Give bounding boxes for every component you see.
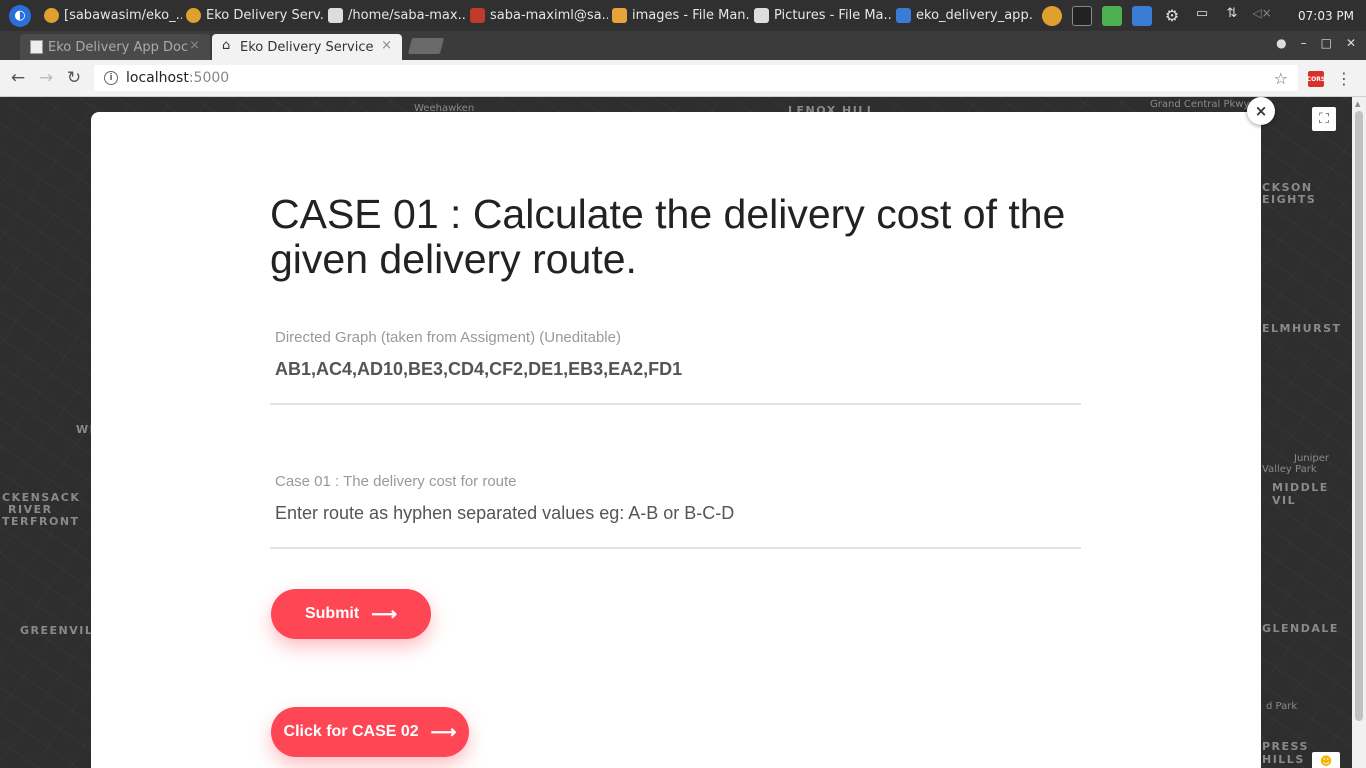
taskbar-item-images[interactable]: images - File Man... (608, 0, 750, 31)
taskbar-item-eko[interactable]: Eko Delivery Serv... (182, 0, 324, 31)
taskbar-item-editor[interactable]: /home/saba-max... (324, 0, 466, 31)
map-label: GREENVIL (20, 624, 94, 637)
folder-icon (612, 8, 627, 23)
map-label: EIGHTS (1262, 193, 1317, 206)
window-controls: ● – □ ✕ (1276, 36, 1356, 50)
map-label: MIDDLE VIL (1272, 481, 1329, 507)
profile-icon[interactable]: ● (1276, 36, 1286, 50)
tab-label: Eko Delivery App Doc (48, 39, 189, 55)
taskbar-item-vscode[interactable]: eko_delivery_app... (892, 0, 1034, 31)
map-label: ELMHURST (1262, 322, 1342, 335)
arrow-right-icon: ⟶ (371, 603, 398, 624)
start-logo-icon: ◐ (9, 4, 31, 27)
terminal-tray-icon[interactable] (1072, 5, 1092, 26)
new-tab-button[interactable] (407, 38, 445, 54)
arrow-right-icon: ⟶ (430, 721, 457, 742)
tab-label: Eko Delivery Service (240, 39, 374, 55)
chrome-tray-icon[interactable] (1042, 5, 1062, 26)
case-02-label: Click for CASE 02 (283, 723, 419, 740)
os-taskbar: ◐ [sabawasim/eko_... Eko Delivery Serv..… (0, 0, 1366, 31)
taskbar-label: images - File Man... (632, 8, 750, 23)
close-tab-icon[interactable]: × (381, 38, 392, 53)
case-modal: CASE 01 : Calculate the delivery cost of… (91, 112, 1261, 768)
scrollbar-thumb[interactable] (1355, 111, 1363, 721)
close-modal-icon[interactable]: × (1247, 97, 1275, 125)
vscode-icon (896, 8, 911, 23)
browser-toolbar: ← → ↻ i localhost:5000 ☆ CORS ⋮ (0, 60, 1366, 97)
folder-icon (754, 8, 769, 23)
submit-label: Submit (304, 605, 360, 622)
document-icon (30, 40, 43, 54)
maximize-icon[interactable]: □ (1321, 36, 1332, 50)
page-viewport: Weehawken LENOX HILL Grand Central Pkwy … (0, 97, 1352, 768)
home-icon: ⌂ (222, 38, 231, 53)
map-label: Valley Park (1262, 464, 1317, 475)
taskbar-label: saba-maximl@sa... (490, 8, 608, 23)
browser-tabstrip: Eko Delivery App Doc × ⌂ Eko Delivery Se… (0, 31, 1366, 60)
case-02-button[interactable]: Click for CASE 02 ⟶ (271, 707, 469, 757)
taskbar-label: Pictures - File Ma... (774, 8, 892, 23)
graph-label: Directed Graph (taken from Assigment) (U… (275, 329, 621, 346)
terminal-icon (470, 8, 485, 23)
minimize-icon[interactable]: – (1301, 36, 1307, 50)
url-port: :5000 (188, 70, 230, 86)
map-fullscreen-icon[interactable]: ⛶ (1312, 107, 1336, 131)
tab-docs[interactable]: Eko Delivery App Doc × (20, 34, 210, 60)
taskbar-item-github[interactable]: [sabawasim/eko_... (40, 0, 182, 31)
taskbar-label: Eko Delivery Serv... (206, 8, 324, 23)
url-host: localhost (126, 70, 189, 86)
volume-muted-icon[interactable]: ◁× (1252, 6, 1272, 26)
tab-eko-delivery[interactable]: ⌂ Eko Delivery Service × (212, 34, 402, 60)
chrome-icon (44, 8, 59, 23)
submit-button[interactable]: Submit ⟶ (271, 589, 431, 639)
graph-value: AB1,AC4,AD10,BE3,CD4,CF2,DE1,EB3,EA2,FD1 (275, 359, 683, 379)
map-label: Grand Central Pkwy (1150, 99, 1250, 110)
battery-icon[interactable]: ▭ (1192, 6, 1212, 26)
street-view-pegman-icon[interactable]: ☻ (1312, 752, 1340, 768)
taskbar-label: eko_delivery_app... (916, 8, 1034, 23)
vscode-tray-icon[interactable] (1132, 5, 1152, 26)
route-placeholder[interactable]: Enter route as hyphen separated values e… (275, 503, 1081, 524)
taskbar-item-terminal[interactable]: saba-maximl@sa... (466, 0, 608, 31)
chrome-icon (186, 8, 201, 23)
back-arrow-icon[interactable]: ← (4, 68, 32, 88)
close-window-icon[interactable]: ✕ (1346, 36, 1356, 50)
map-label: Juniper (1294, 453, 1330, 464)
forward-arrow-icon[interactable]: → (32, 68, 60, 88)
reload-icon[interactable]: ↻ (60, 68, 88, 88)
menu-icon[interactable]: ⋮ (1336, 69, 1352, 88)
route-input[interactable]: Case 01 : The delivery cost for route En… (270, 473, 1081, 549)
taskbar-label: [sabawasim/eko_... (64, 8, 182, 23)
taskbar-item-pictures[interactable]: Pictures - File Ma... (750, 0, 892, 31)
taskbar-label: /home/saba-max... (348, 8, 466, 23)
info-icon[interactable]: i (104, 71, 118, 85)
address-bar[interactable]: i localhost:5000 (94, 65, 1298, 91)
scroll-up-icon[interactable]: ▲ (1355, 100, 1360, 108)
map-label: TERFRONT (2, 515, 80, 528)
page-title: CASE 01 : Calculate the delivery cost of… (270, 191, 1066, 282)
page-scrollbar[interactable]: ▲ (1352, 97, 1366, 768)
text-editor-icon (328, 8, 343, 23)
map-label: d Park (1266, 701, 1298, 712)
cors-extension-icon[interactable]: CORS (1307, 71, 1325, 87)
graph-field: Directed Graph (taken from Assigment) (U… (270, 329, 1081, 405)
map-label: GLENDALE (1262, 622, 1339, 635)
close-tab-icon[interactable]: × (189, 38, 200, 53)
system-tray: ⚙ ▭ ⇅ ◁× 07:03 PM (1042, 0, 1366, 31)
start-menu-button[interactable]: ◐ (0, 0, 40, 31)
slack-icon[interactable] (1102, 5, 1122, 26)
bookmark-star-icon[interactable]: ☆ (1274, 69, 1288, 88)
settings-icon[interactable]: ⚙ (1162, 6, 1182, 26)
network-icon[interactable]: ⇅ (1222, 6, 1242, 26)
route-label: Case 01 : The delivery cost for route (275, 473, 517, 490)
clock[interactable]: 07:03 PM (1298, 9, 1354, 23)
